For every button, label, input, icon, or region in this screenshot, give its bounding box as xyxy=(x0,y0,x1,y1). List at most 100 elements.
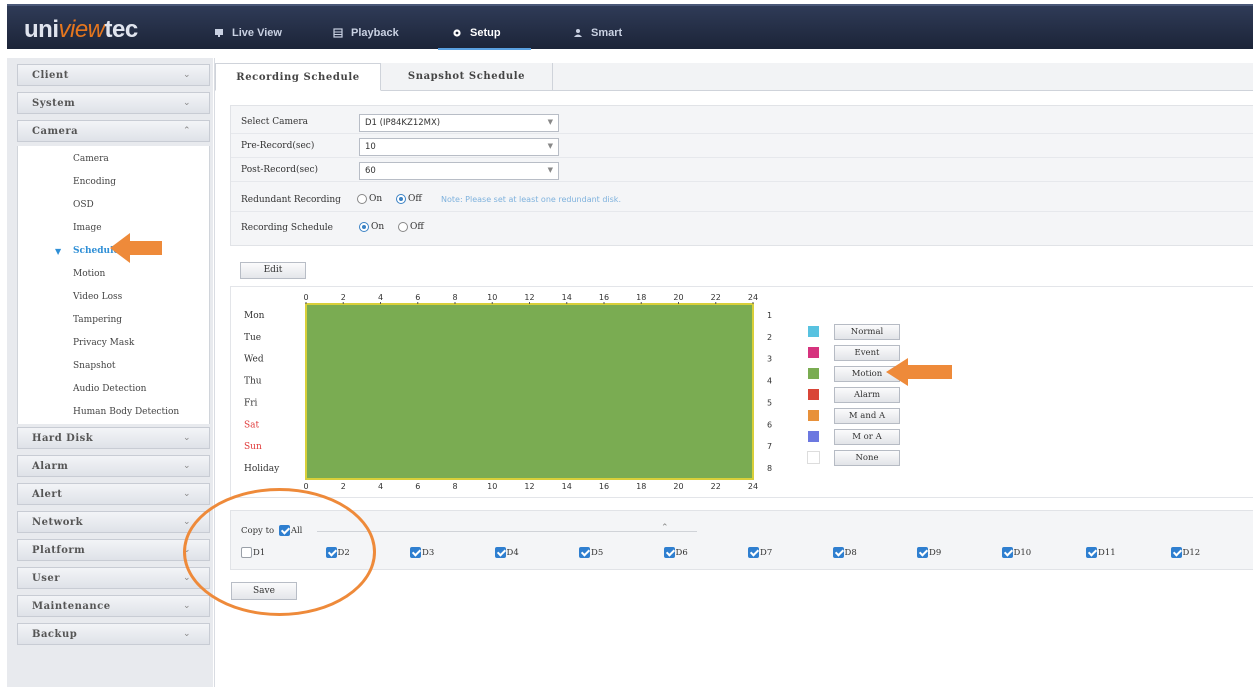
nav-live-view-label: Live View xyxy=(232,27,282,39)
hour-tick-top: 20 xyxy=(673,293,683,302)
legend-button-alarm[interactable]: Alarm xyxy=(834,387,900,403)
channel-label: D10 xyxy=(1013,547,1032,558)
copy-channel-d10[interactable]: D10 xyxy=(1001,547,1032,558)
hour-tick-top: 8 xyxy=(452,293,457,302)
legend-button-m-or-a[interactable]: M or A xyxy=(834,429,900,445)
copy-channel-d7[interactable]: D7 xyxy=(748,547,772,558)
checkbox-box xyxy=(663,547,675,558)
sidebar-item-motion[interactable]: Motion xyxy=(73,269,105,279)
day-label-wed: Wed xyxy=(244,355,264,365)
copy-channel-d5[interactable]: D5 xyxy=(579,547,603,558)
collapse-up-icon[interactable]: ⌃ xyxy=(661,523,669,533)
brand-logo: univiewtec xyxy=(24,16,138,44)
legend-motion[interactable]: Motion xyxy=(807,366,900,382)
radio-label: On xyxy=(371,222,385,232)
sidebar-cat-platform[interactable]: Platform ⌄ xyxy=(17,539,210,561)
copy-channel-d12[interactable]: D12 xyxy=(1170,547,1200,558)
row-number: 4 xyxy=(767,377,772,386)
sidebar-item-image[interactable]: Image xyxy=(73,223,102,233)
pre-record-dropdown[interactable]: 10 ▼ xyxy=(359,138,559,156)
tab-recording-schedule[interactable]: Recording Schedule xyxy=(215,63,381,91)
recording-settings-form: Select Camera D1 (IP84KZ12MX) ▼ Pre-Recor… xyxy=(230,105,1253,246)
sidebar-item-camera[interactable]: Camera xyxy=(73,154,109,164)
cat-label: Client xyxy=(32,70,69,81)
playback-icon xyxy=(333,28,343,38)
legend-m-and-a[interactable]: M and A xyxy=(807,408,900,424)
sidebar-item-audio-detection[interactable]: Audio Detection xyxy=(73,384,146,394)
hour-tick-bottom: 12 xyxy=(524,482,534,491)
redundant-on-radio[interactable]: On xyxy=(357,194,382,204)
legend-event[interactable]: Event xyxy=(807,345,900,361)
radio-label: Off xyxy=(408,194,422,204)
legend-m-or-a[interactable]: M or A xyxy=(807,429,900,445)
schedule-on-radio[interactable]: On xyxy=(359,222,384,232)
legend-alarm[interactable]: Alarm xyxy=(807,387,900,403)
tab-snapshot-schedule[interactable]: Snapshot Schedule xyxy=(381,63,553,91)
chevron-down-icon: ⌄ xyxy=(182,517,191,527)
swatch xyxy=(807,409,820,422)
row-number: 6 xyxy=(767,420,772,429)
sidebar-item-tampering[interactable]: Tampering xyxy=(73,315,122,325)
copy-channel-d9[interactable]: D9 xyxy=(917,547,941,558)
chevron-down-icon: ⌄ xyxy=(182,70,191,80)
row-recording-schedule: Recording Schedule On Off xyxy=(231,218,1253,240)
sidebar-item-encoding[interactable]: Encoding xyxy=(73,177,116,187)
hour-tick-bottom: 20 xyxy=(673,482,683,491)
cat-label: User xyxy=(32,573,60,584)
sidebar-cat-client[interactable]: Client ⌄ xyxy=(17,64,210,86)
select-camera-dropdown[interactable]: D1 (IP84KZ12MX) ▼ xyxy=(359,114,559,132)
day-label-sat: Sat xyxy=(244,420,260,430)
sidebar-cat-backup[interactable]: Backup ⌄ xyxy=(17,623,210,645)
sidebar-cat-network[interactable]: Network ⌄ xyxy=(17,511,210,533)
hour-tick-bottom: 8 xyxy=(452,482,457,491)
nav-playback[interactable]: Playback xyxy=(333,22,399,44)
legend-none[interactable]: None xyxy=(807,450,900,466)
legend-button-none[interactable]: None xyxy=(834,450,900,466)
sidebar-item-snapshot[interactable]: Snapshot xyxy=(73,361,116,371)
cat-label: Hard Disk xyxy=(32,433,94,444)
sidebar-cat-system[interactable]: System ⌄ xyxy=(17,92,210,114)
sidebar-cat-alarm[interactable]: Alarm ⌄ xyxy=(17,455,210,477)
chevron-down-icon: ⌄ xyxy=(182,629,191,639)
nav-live-view[interactable]: Live View xyxy=(214,22,282,44)
hour-tick-top: 16 xyxy=(599,293,609,302)
sidebar-item-osd[interactable]: OSD xyxy=(73,200,94,210)
person-icon xyxy=(574,29,582,37)
legend-button-normal[interactable]: Normal xyxy=(834,324,900,340)
sidebar-item-privacy-mask[interactable]: Privacy Mask xyxy=(73,338,134,348)
copy-channel-d4[interactable]: D4 xyxy=(494,547,519,558)
recording-schedule-label: Recording Schedule xyxy=(241,223,334,233)
row-number: 7 xyxy=(767,442,772,451)
legend-button-m-and-a[interactable]: M and A xyxy=(834,408,900,424)
radio-dot xyxy=(357,194,367,204)
day-label-holiday: Holiday xyxy=(244,464,280,474)
legend-normal[interactable]: Normal xyxy=(807,324,900,340)
sidebar-item-video-loss[interactable]: Video Loss xyxy=(73,292,122,302)
copy-channel-d8[interactable]: D8 xyxy=(832,547,857,558)
copy-channel-d3[interactable]: D3 xyxy=(410,547,434,558)
nav-setup[interactable]: Setup xyxy=(438,22,530,50)
chevron-up-icon: ⌃ xyxy=(182,126,191,136)
schedule-grid[interactable]: 0022446688101012121414161618182020222224… xyxy=(231,287,1253,499)
swatch xyxy=(807,325,820,338)
checkbox-box xyxy=(1001,547,1013,558)
hour-tick-top: 12 xyxy=(524,293,534,302)
sidebar-cat-alert[interactable]: Alert ⌄ xyxy=(17,483,210,505)
copy-channel-d11[interactable]: D11 xyxy=(1086,547,1116,558)
day-label-thu: Thu xyxy=(244,377,262,387)
edit-button[interactable]: Edit xyxy=(240,262,306,279)
sidebar-item-human-body-detection[interactable]: Human Body Detection xyxy=(73,407,179,417)
post-record-dropdown[interactable]: 60 ▼ xyxy=(359,162,559,180)
hour-tick-bottom: 10 xyxy=(487,482,497,491)
copy-channel-d6[interactable]: D6 xyxy=(663,547,688,558)
sidebar-cat-maintenance[interactable]: Maintenance ⌄ xyxy=(17,595,210,617)
channel-label: D8 xyxy=(844,547,857,558)
schedule-fill-area[interactable] xyxy=(305,303,754,480)
sidebar-cat-camera[interactable]: Camera ⌃ xyxy=(17,120,210,142)
cat-label: Network xyxy=(32,517,84,528)
nav-smart[interactable]: Smart xyxy=(573,22,622,44)
sidebar-cat-hard-disk[interactable]: Hard Disk ⌄ xyxy=(17,427,210,449)
redundant-off-radio[interactable]: Off xyxy=(396,194,422,204)
sidebar-cat-user[interactable]: User ⌄ xyxy=(17,567,210,589)
schedule-off-radio[interactable]: Off xyxy=(398,222,424,232)
